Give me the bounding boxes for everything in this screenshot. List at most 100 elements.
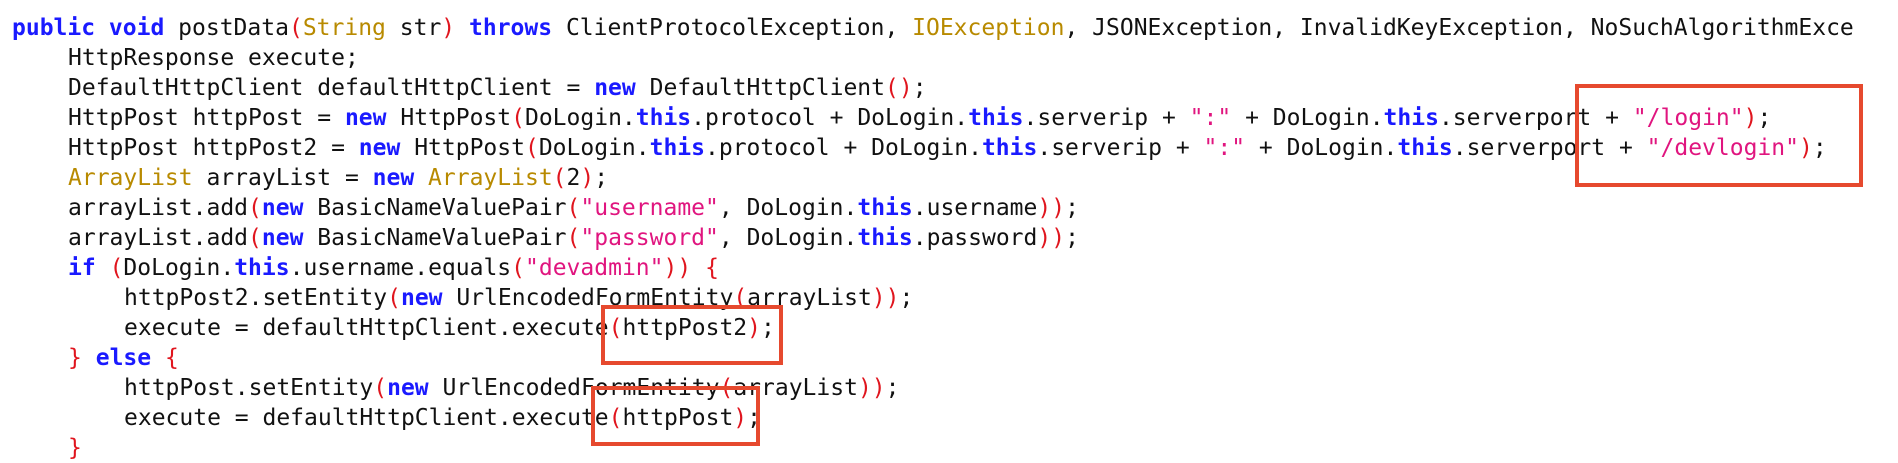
code-token: "password"	[580, 225, 719, 251]
code-token: this	[857, 225, 913, 251]
code-token: HttpPost	[386, 105, 512, 131]
code-token: + DoLogin.	[1245, 135, 1398, 161]
code-token: ))	[871, 285, 900, 311]
code-token: (	[733, 285, 748, 311]
code-token: this	[981, 135, 1038, 161]
code-token: , JSONException, InvalidKeyException, No…	[1064, 15, 1854, 41]
code-token: UrlEncodedFormEntity	[428, 375, 720, 401]
code-token: (	[387, 285, 401, 311]
code-editor: public void postData(String str) throws …	[12, 13, 1892, 463]
code-token: new	[387, 375, 429, 401]
code-token: ))	[663, 255, 692, 281]
code-line: arrayList.add(new BasicNameValuePair("pa…	[12, 223, 1892, 253]
code-token: execute = defaultHttpClient.execute	[124, 405, 609, 431]
code-token: new	[344, 105, 387, 131]
code-line: DefaultHttpClient defaultHttpClient = ne…	[12, 73, 1892, 103]
code-token: ":"	[1203, 135, 1246, 161]
code-token: if	[68, 255, 96, 281]
code-token: ":"	[1189, 105, 1232, 131]
code-token: httpPost.setEntity	[124, 375, 374, 401]
code-token: execute = defaultHttpClient.execute	[124, 315, 609, 341]
code-token: {	[705, 255, 719, 281]
code-line: httpPost2.setEntity(new UrlEncodedFormEn…	[12, 283, 1892, 313]
code-token: ))	[857, 375, 886, 401]
code-token: str	[385, 15, 442, 41]
code-token: else	[95, 345, 152, 371]
code-token: ;	[1065, 195, 1079, 221]
code-token: HttpResponse execute;	[68, 45, 359, 71]
code-token: ;	[761, 315, 775, 341]
code-token: ))	[1037, 225, 1066, 251]
code-token: .username.equals	[289, 255, 512, 281]
code-token: )	[1743, 105, 1758, 131]
code-token: arrayList.add	[68, 195, 249, 221]
code-token: ArrayList	[68, 165, 193, 191]
code-token: HttpPost	[400, 135, 525, 161]
code-line: arrayList.add(new BasicNameValuePair("us…	[12, 193, 1892, 223]
code-token: .username	[912, 195, 1038, 221]
code-token: , DoLogin.	[718, 225, 858, 251]
code-token: (	[248, 225, 262, 251]
code-token: DoLogin.	[123, 255, 235, 281]
code-line: HttpPost httpPost2 = new HttpPost(DoLogi…	[12, 133, 1892, 163]
code-token: .protocol + DoLogin.	[691, 105, 969, 131]
code-token: public void	[12, 15, 179, 41]
code-token: HttpPost httpPost2 =	[68, 135, 359, 161]
code-token: DoLogin.	[524, 105, 636, 131]
code-token: new	[261, 195, 304, 221]
code-token: this	[1397, 135, 1453, 161]
code-token: httpPost	[622, 405, 734, 431]
code-token: DefaultHttpClient	[635, 75, 885, 101]
code-token: (	[524, 135, 539, 161]
code-token: )	[580, 165, 595, 191]
code-token: arrayList =	[192, 165, 373, 191]
code-token: (	[511, 255, 526, 281]
code-token: + DoLogin.	[1231, 105, 1384, 131]
code-line: HttpPost httpPost = new HttpPost(DoLogin…	[12, 103, 1892, 133]
code-line: if (DoLogin.this.username.equals("devadm…	[12, 253, 1892, 283]
code-token: .serverport +	[1452, 135, 1647, 161]
code-token: )	[441, 15, 456, 41]
code-token: HttpPost httpPost =	[68, 105, 345, 131]
code-token: IOException	[912, 15, 1065, 41]
code-token: new	[594, 75, 636, 101]
code-token: httpPost2	[622, 315, 748, 341]
code-token: (	[719, 375, 734, 401]
code-token: new	[372, 165, 415, 191]
code-token: ;	[899, 285, 914, 311]
code-token: ;	[885, 375, 900, 401]
code-token: .serverip +	[1037, 135, 1204, 161]
code-token: httpPost2.setEntity	[124, 285, 388, 311]
code-token: ;	[1812, 135, 1827, 161]
code-token: }	[68, 345, 82, 371]
code-token: ;	[747, 405, 762, 431]
code-token: "/devlogin"	[1646, 135, 1799, 161]
code-token: DefaultHttpClient defaultHttpClient =	[68, 75, 595, 101]
code-token: 2	[566, 165, 581, 191]
code-line: execute = defaultHttpClient.execute(http…	[12, 313, 1892, 343]
code-token: ()	[885, 75, 913, 101]
code-token: this	[234, 255, 290, 281]
code-token: throws	[469, 15, 553, 41]
code-token: )	[747, 315, 761, 341]
code-line: } else {	[12, 343, 1892, 373]
code-token: String	[302, 15, 386, 41]
code-token: this	[1383, 105, 1439, 131]
code-token: (	[511, 105, 525, 131]
code-token: (	[608, 405, 623, 431]
code-token: BasicNameValuePair	[303, 195, 567, 221]
code-token: (	[109, 255, 124, 281]
code-token: new	[358, 135, 401, 161]
code-token: (	[566, 225, 581, 251]
code-line: }	[12, 433, 1892, 463]
code-token: )	[1798, 135, 1813, 161]
code-token: (	[608, 315, 623, 341]
code-token: )	[733, 405, 748, 431]
code-token: new	[400, 285, 443, 311]
